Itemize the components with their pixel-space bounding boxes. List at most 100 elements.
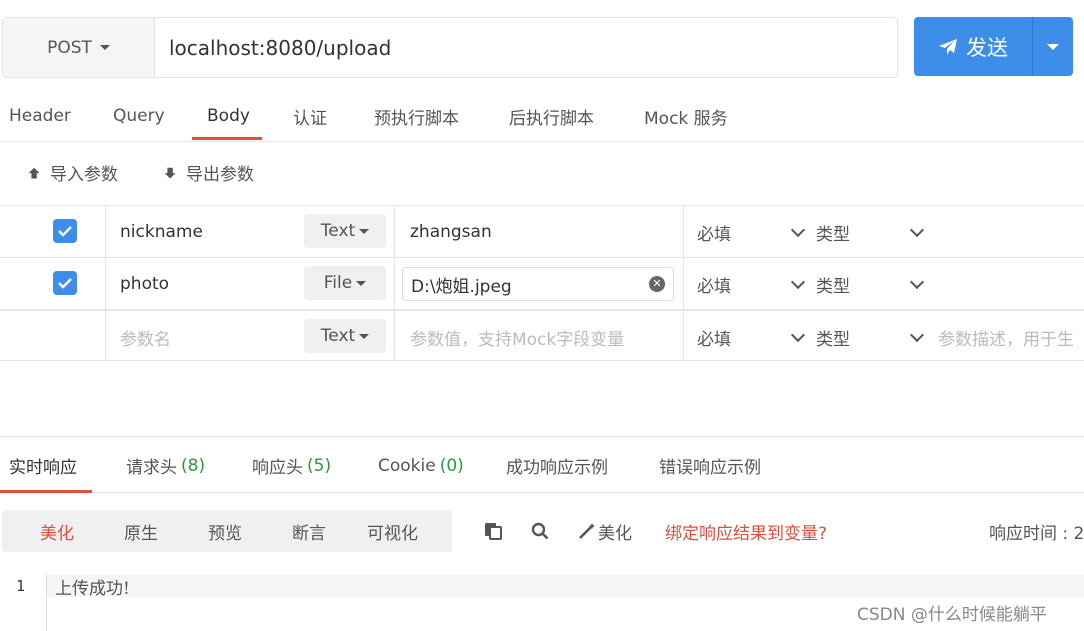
import-label: 导入参数	[50, 165, 118, 185]
view-mode-beautify[interactable]: 美化	[40, 510, 74, 552]
count-badge: (8)	[181, 455, 206, 476]
new-param-desc-input[interactable]: 参数描述，用于生	[938, 311, 1074, 363]
new-param-required-select[interactable]: 必填	[697, 311, 731, 363]
beautify-tool-button[interactable]: 美化	[578, 510, 632, 552]
request-tabs: Header Query Body 认证 预执行脚本 后执行脚本 Mock 服务	[0, 90, 1084, 142]
watermark: CSDN @什么时候能躺平	[857, 605, 1047, 625]
view-mode-raw[interactable]: 原生	[124, 510, 158, 552]
new-param-name-input[interactable]: 参数名	[120, 311, 171, 363]
param-row: nickname Text zhangsan 必填 类型	[0, 205, 1084, 257]
send-button-group: 发送	[914, 17, 1073, 76]
caret-down-icon	[356, 280, 367, 286]
request-bar: POST localhost:8080/upload	[2, 17, 898, 78]
tab-response-headers[interactable]: 响应头 (5)	[252, 437, 331, 494]
tab-auth[interactable]: 认证	[293, 90, 327, 142]
tab-request-headers[interactable]: 请求头 (8)	[126, 437, 205, 494]
param-enabled-checkbox[interactable]	[53, 271, 77, 295]
tab-query[interactable]: Query	[113, 90, 165, 142]
search-icon	[531, 522, 549, 540]
response-tabs: 实时响应 请求头 (8) 响应头 (5) Cookie (0) 成功响应示例 错误响应…	[0, 436, 1084, 493]
copy-button[interactable]	[484, 510, 502, 552]
caret-down-icon	[99, 45, 110, 50]
response-time: 响应时间 : 2	[989, 523, 1084, 544]
export-label: 导出参数	[186, 165, 254, 185]
new-param-row: 参数名 Text 参数值，支持Mock字段变量 必填 类型 参数描述，用于生	[0, 309, 1084, 361]
clear-icon[interactable]: ✕	[649, 276, 665, 292]
tab-label: 请求头	[126, 458, 177, 478]
tab-label: 响应头	[252, 458, 303, 478]
tab-body[interactable]: Body	[207, 90, 250, 142]
caret-down-icon	[1047, 43, 1059, 50]
import-params-button[interactable]: 导入参数	[26, 160, 118, 185]
tab-header[interactable]: Header	[9, 90, 71, 142]
tab-mock[interactable]: Mock 服务	[644, 90, 728, 142]
tab-label: 错误响应示例	[659, 458, 761, 478]
chevron-down-icon[interactable]	[790, 222, 806, 238]
editor-active-line	[46, 575, 1084, 597]
param-required-select[interactable]: 必填	[697, 206, 731, 258]
tab-realtime-response[interactable]: 实时响应	[9, 437, 77, 494]
count-badge: (0)	[439, 455, 464, 476]
new-param-type-select[interactable]: Text	[304, 319, 386, 353]
count-badge: (5)	[307, 455, 332, 476]
new-param-kind-select[interactable]: 类型	[816, 311, 850, 363]
param-kind-select[interactable]: 类型	[816, 206, 850, 258]
view-mode-segment: 美化 原生 预览 断言 可视化	[2, 510, 452, 552]
chevron-down-icon[interactable]	[790, 274, 806, 290]
param-value-input[interactable]: zhangsan	[410, 206, 492, 258]
param-type-label: Text	[320, 326, 356, 346]
editor-gutter-divider	[46, 575, 47, 631]
file-input[interactable]: D:\炮姐.jpeg ✕	[402, 267, 674, 301]
tab-label: 成功响应示例	[506, 458, 608, 478]
tab-pre-script[interactable]: 预执行脚本	[374, 90, 459, 142]
check-icon	[58, 278, 72, 289]
copy-icon	[485, 523, 502, 540]
param-kind-select[interactable]: 类型	[816, 258, 850, 310]
new-param-value-input[interactable]: 参数值，支持Mock字段变量	[410, 311, 624, 363]
tab-label: Cookie	[378, 455, 436, 476]
chevron-down-icon[interactable]	[909, 274, 925, 290]
active-response-tab-indicator	[0, 490, 92, 493]
tab-success-example[interactable]: 成功响应示例	[506, 437, 608, 494]
url-input[interactable]: localhost:8080/upload	[155, 18, 897, 77]
method-select[interactable]: POST	[3, 18, 155, 77]
param-type-label: Text	[320, 221, 356, 241]
send-dropdown-button[interactable]	[1032, 17, 1073, 76]
beautify-label: 美化	[598, 523, 632, 544]
active-tab-indicator	[192, 137, 262, 140]
export-params-button[interactable]: 导出参数	[162, 160, 254, 185]
response-body[interactable]: 上传成功!	[55, 574, 130, 599]
file-name: D:\炮姐.jpeg	[411, 276, 512, 297]
method-label: POST	[47, 37, 92, 58]
arrow-down-icon	[164, 167, 176, 178]
view-mode-visualize[interactable]: 可视化	[367, 510, 418, 552]
check-icon	[58, 226, 72, 237]
param-required-select[interactable]: 必填	[697, 258, 731, 310]
chevron-down-icon[interactable]	[909, 327, 925, 343]
param-name-input[interactable]: photo	[120, 258, 169, 310]
chevron-down-icon[interactable]	[790, 327, 806, 343]
tab-error-example[interactable]: 错误响应示例	[659, 437, 761, 494]
caret-down-icon	[359, 333, 370, 339]
tab-cookie[interactable]: Cookie (0)	[378, 437, 464, 494]
caret-down-icon	[359, 228, 370, 234]
tab-label: 实时响应	[9, 458, 77, 478]
bind-response-link[interactable]: 绑定响应结果到变量?	[665, 510, 827, 552]
param-type-label: File	[323, 273, 353, 293]
send-button[interactable]: 发送	[914, 17, 1032, 76]
param-name-input[interactable]: nickname	[120, 206, 203, 258]
param-type-select[interactable]: Text	[304, 214, 386, 248]
chevron-down-icon[interactable]	[909, 222, 925, 238]
param-row: photo File D:\炮姐.jpeg ✕ 必填 类型	[0, 257, 1084, 309]
view-mode-assert[interactable]: 断言	[292, 510, 326, 552]
params-table: nickname Text zhangsan 必填 类型 photo File …	[0, 205, 1084, 361]
magic-wand-icon	[579, 523, 595, 539]
param-enabled-checkbox[interactable]	[53, 219, 77, 243]
arrow-up-icon	[28, 167, 40, 178]
tab-post-script[interactable]: 后执行脚本	[509, 90, 594, 142]
param-type-select[interactable]: File	[304, 266, 386, 300]
search-button[interactable]	[531, 510, 549, 552]
paper-plane-icon	[939, 38, 957, 55]
view-mode-preview[interactable]: 预览	[208, 510, 242, 552]
send-label: 发送	[966, 35, 1008, 60]
